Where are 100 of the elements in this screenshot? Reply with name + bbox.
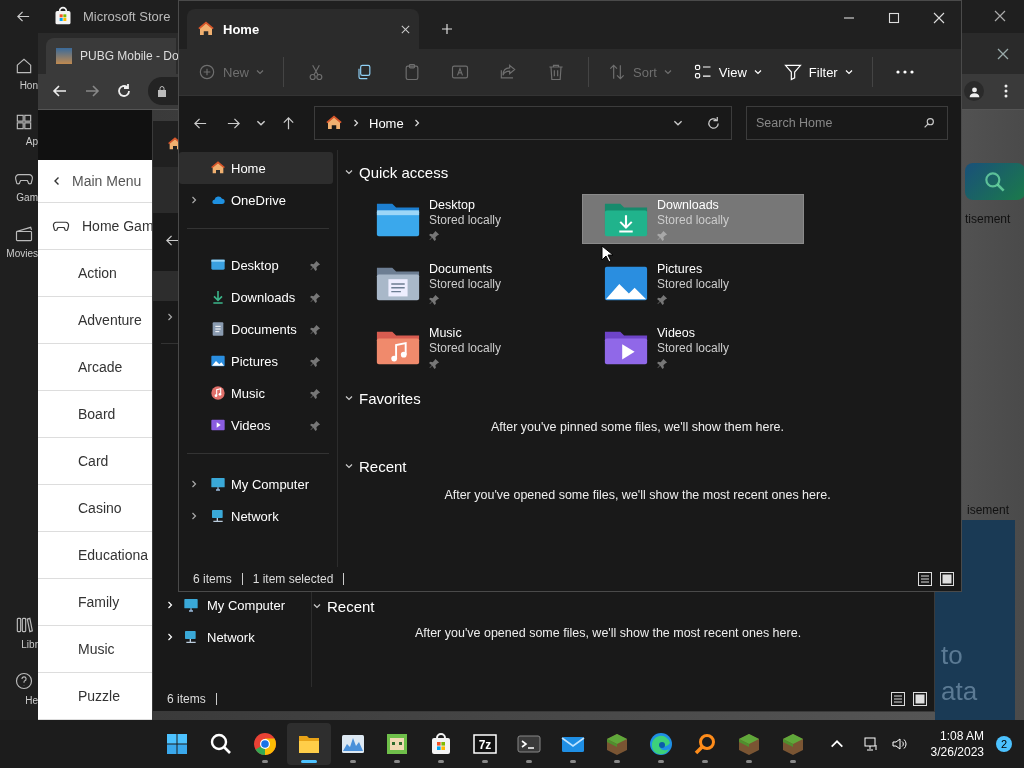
chevron-icon xyxy=(189,479,199,489)
pin-icon xyxy=(429,293,440,305)
details-view-icon[interactable] xyxy=(917,571,933,587)
rail-label[interactable]: Ap xyxy=(25,136,38,147)
banner-text: to xyxy=(941,640,964,670)
nav-item[interactable]: My Computer xyxy=(179,468,325,500)
window-title: Microsoft Store xyxy=(83,8,171,24)
game-thumbnail-icon xyxy=(56,47,72,64)
rail-label[interactable]: Libr xyxy=(21,639,38,650)
nav-item[interactable]: OneDrive xyxy=(179,184,333,216)
taskbar-app[interactable] xyxy=(287,723,331,765)
folder-tile[interactable]: Downloads Stored locally xyxy=(582,194,804,244)
chevron-icon xyxy=(165,312,175,322)
item-count: 6 items xyxy=(193,572,232,586)
folder-tile[interactable]: Music Stored locally xyxy=(354,322,576,372)
play-icon xyxy=(210,417,226,433)
ad-label: tisement xyxy=(965,212,1011,226)
section-header[interactable]: Recent xyxy=(312,594,934,618)
maximize-icon[interactable] xyxy=(888,12,900,24)
nav-item[interactable]: Videos xyxy=(179,409,325,441)
explorer-tab[interactable]: Home xyxy=(187,9,419,49)
folder-tile[interactable]: Videos Stored locally xyxy=(582,322,804,372)
more-icon[interactable] xyxy=(1004,83,1008,100)
chevron-icon xyxy=(662,67,673,77)
nav-item[interactable]: Music xyxy=(179,377,325,409)
empty-message: After you've opened some files, we'll show the most recent ones here. xyxy=(413,626,803,640)
chevron-icon xyxy=(255,67,265,77)
pin-icon xyxy=(657,229,668,241)
windows-logo-icon xyxy=(165,732,189,756)
shopping-bag-icon xyxy=(53,6,73,26)
search-icon xyxy=(209,732,233,756)
magnifier-icon xyxy=(693,732,717,756)
address-bar[interactable]: Home xyxy=(314,106,732,140)
item-count: 6 items xyxy=(167,692,206,706)
pixel-character-icon xyxy=(385,732,409,756)
details-view-icon[interactable] xyxy=(890,691,906,707)
nav-item[interactable]: My Computer xyxy=(153,589,307,621)
section-header[interactable]: Favorites xyxy=(344,386,961,410)
library-icon xyxy=(14,615,34,635)
download-arrow-icon xyxy=(210,289,226,305)
chevron-icon xyxy=(344,461,354,471)
ad-label: isement xyxy=(967,503,1010,517)
sort-arrows-icon xyxy=(607,62,627,82)
grass-block-icon xyxy=(605,732,629,756)
pin-icon xyxy=(310,387,321,399)
filter-icon xyxy=(782,62,803,82)
tiles-view-icon[interactable] xyxy=(912,691,928,707)
chevron-icon xyxy=(752,67,763,77)
network-icon[interactable] xyxy=(862,736,879,752)
clock-time[interactable]: 1:08 AM xyxy=(939,728,984,744)
pin-icon xyxy=(310,323,321,335)
house-icon xyxy=(197,20,215,38)
filter-button[interactable]: Filter xyxy=(776,56,860,88)
nav-item[interactable]: Downloads xyxy=(179,281,325,313)
close-icon[interactable] xyxy=(400,23,411,35)
clock-date[interactable]: 3/26/2023 xyxy=(930,744,984,760)
help-icon xyxy=(14,671,34,691)
house-icon xyxy=(325,114,343,132)
pin-icon xyxy=(657,357,668,369)
nav-item[interactable]: Documents xyxy=(179,313,325,345)
chevron-icon xyxy=(165,632,175,642)
view-button[interactable]: View xyxy=(686,56,769,88)
close-icon[interactable] xyxy=(994,10,1006,22)
section-header[interactable]: Recent xyxy=(344,454,961,478)
close-icon[interactable] xyxy=(997,48,1009,60)
reload-icon[interactable] xyxy=(116,83,132,100)
tiles-view-icon[interactable] xyxy=(939,571,955,587)
trash-icon xyxy=(546,62,566,82)
section-header[interactable]: Quick access xyxy=(344,160,961,184)
nav-item[interactable]: Network xyxy=(153,621,307,653)
taskbar-app[interactable]: 7z xyxy=(463,723,507,765)
chevron-icon xyxy=(344,393,354,403)
notification-badge[interactable]: 2 xyxy=(996,736,1012,752)
refresh-icon[interactable] xyxy=(706,115,721,131)
folder-tile[interactable]: Documents Stored locally xyxy=(354,258,576,308)
browser-tab[interactable]: PUBG Mobile - Do xyxy=(46,37,176,74)
address-bar[interactable] xyxy=(148,77,178,106)
folder-tile[interactable]: Desktop Stored locally xyxy=(354,194,576,244)
rail-label[interactable]: Hon xyxy=(19,80,38,91)
volume-icon[interactable] xyxy=(890,736,907,752)
nav-item[interactable]: Desktop xyxy=(179,249,325,281)
rail-label[interactable]: Movies xyxy=(6,248,38,259)
search-field[interactable]: Search Home xyxy=(746,106,948,140)
browser-circle-icon xyxy=(253,732,277,756)
picture-icon xyxy=(210,353,226,369)
chevron-icon xyxy=(189,195,199,205)
nav-item[interactable]: Network xyxy=(179,500,325,532)
up-arrow-icon[interactable] xyxy=(281,115,296,131)
nav-item[interactable]: Pictures xyxy=(179,345,325,377)
nav-item[interactable]: Home xyxy=(179,152,333,184)
rail-label[interactable]: Gam xyxy=(16,192,38,203)
empty-message: After you've opened some files, we'll show the most recent ones here. xyxy=(443,488,832,502)
folder-tile[interactable]: Pictures Stored locally xyxy=(582,258,804,308)
profile-icon[interactable] xyxy=(964,81,984,102)
breadcrumb-item[interactable]: Home xyxy=(369,115,404,131)
terminal-icon xyxy=(517,732,541,756)
monitor-icon xyxy=(183,597,199,613)
house-icon xyxy=(210,160,226,176)
rail-label[interactable]: He xyxy=(25,695,38,706)
new-tab-icon[interactable] xyxy=(441,23,453,35)
